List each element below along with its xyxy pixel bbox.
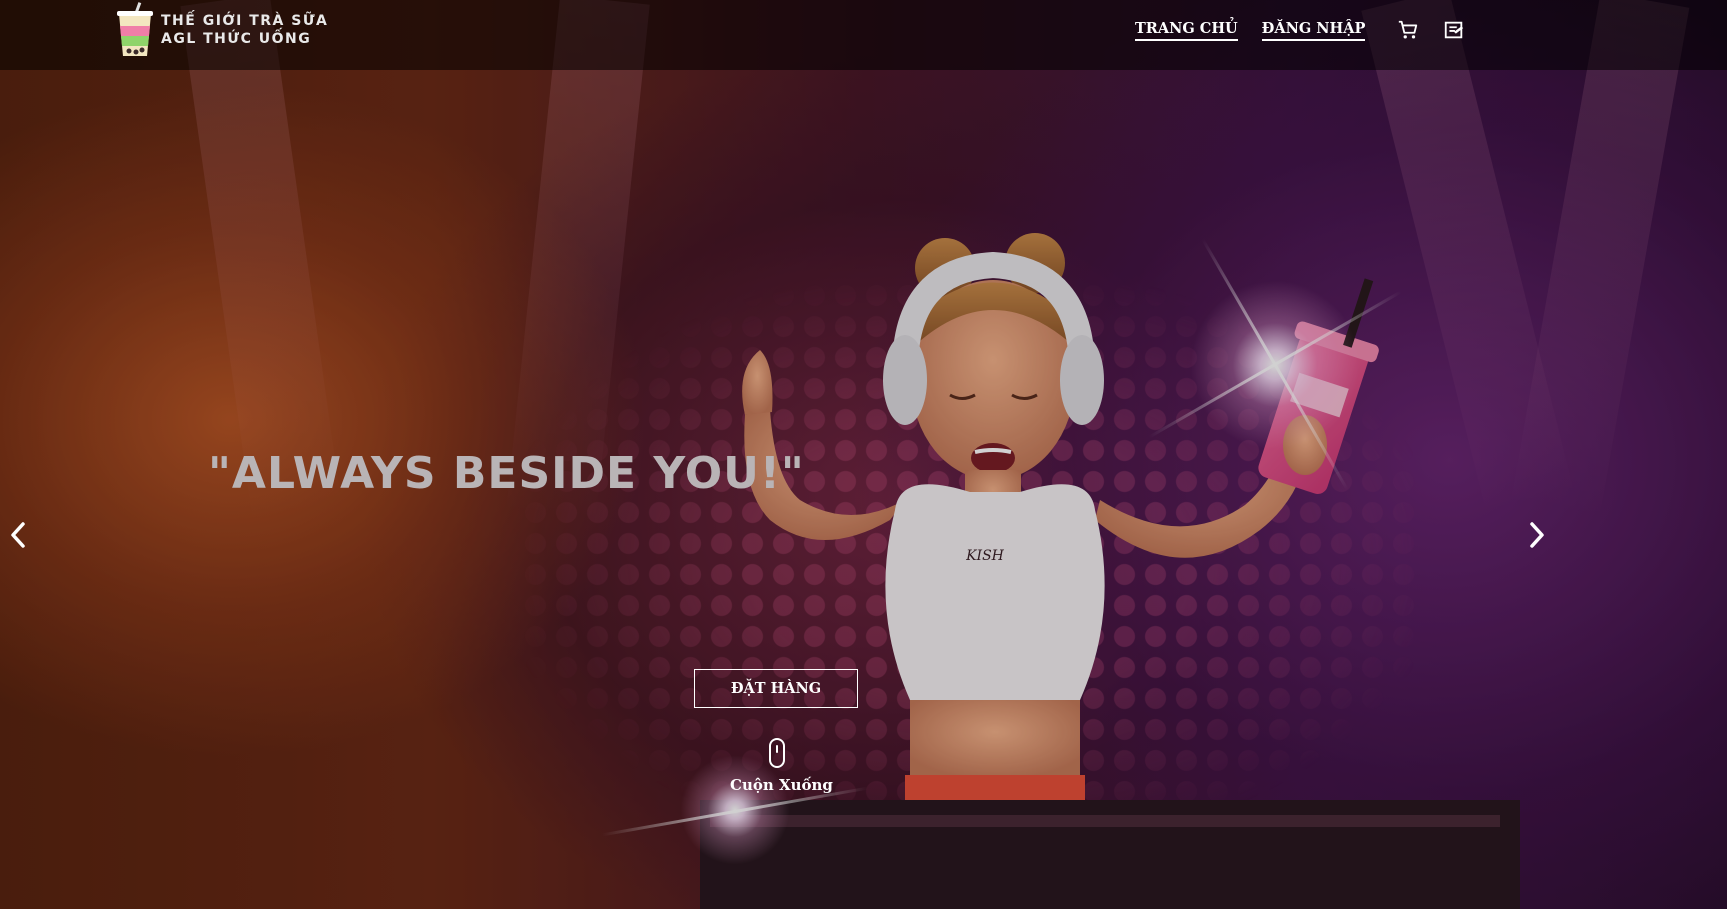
nav-login-link[interactable]: ĐĂNG NHẬP [1261, 20, 1366, 41]
mouse-scroll-icon [769, 738, 785, 768]
order-now-button[interactable]: ĐẶT HÀNG [694, 669, 858, 708]
nav-links: TRANG CHỦ ĐĂNG NHẬP [1135, 17, 1481, 43]
chevron-right-icon [1530, 522, 1544, 548]
brand-line-2: AGL THỨC UỐNG [161, 31, 312, 47]
hero-tagline: "ALWAYS BESIDE YOU!" [208, 448, 805, 499]
top-navbar: THẾ GIỚI TRÀ SỮA AGL THỨC UỐNG TRANG CHỦ… [0, 0, 1727, 70]
chevron-left-icon [11, 522, 25, 548]
scroll-down-indicator[interactable]: Cuộn Xuống [730, 738, 833, 794]
brand-logo[interactable]: THẾ GIỚI TRÀ SỮA AGL THỨC UỐNG [115, 2, 328, 58]
order-history-icon[interactable] [1441, 17, 1467, 43]
brand-line-1: THẾ GIỚI TRÀ SỮA [161, 13, 329, 29]
carousel-prev-button[interactable] [3, 515, 33, 555]
carousel-next-button[interactable] [1522, 515, 1552, 555]
bubble-tea-logo-icon [115, 2, 155, 58]
nav-home-link[interactable]: TRANG CHỦ [1135, 20, 1238, 41]
scroll-down-label: Cuộn Xuống [730, 776, 833, 794]
cart-icon[interactable] [1395, 17, 1421, 43]
brand-name: THẾ GIỚI TRÀ SỮA AGL THỨC UỐNG [161, 12, 328, 48]
